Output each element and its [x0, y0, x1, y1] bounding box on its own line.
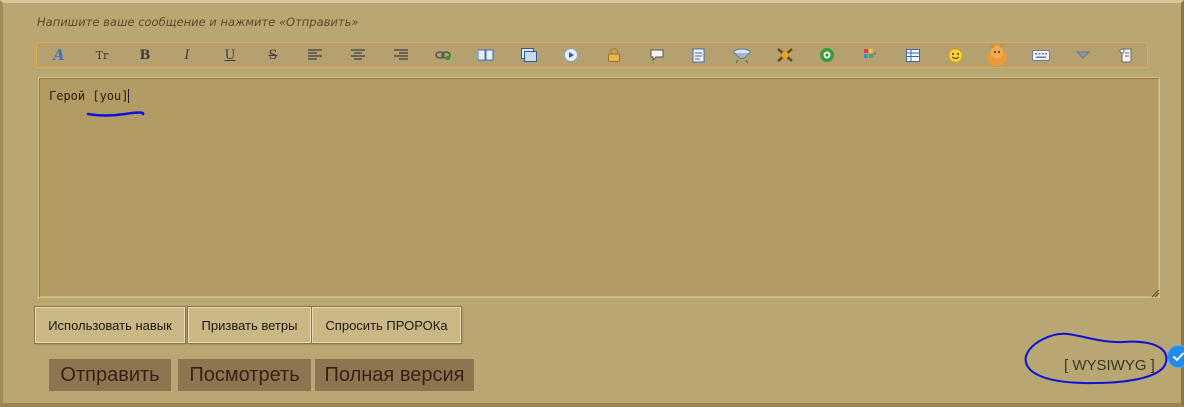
image-icon[interactable] [518, 45, 540, 65]
link-icon[interactable] [432, 45, 454, 65]
cauldron-icon[interactable] [731, 45, 753, 65]
quote-bubble-icon[interactable] [646, 45, 668, 65]
message-form: Напишите ваше сообщение и нажмите «Отпра… [0, 0, 1184, 407]
strikethrough-icon[interactable]: S [262, 45, 284, 65]
annotation-underline [86, 111, 145, 117]
color-palette-icon[interactable] [859, 45, 881, 65]
use-skill-button[interactable]: Использовать навык [35, 307, 185, 343]
align-right-icon[interactable] [390, 45, 412, 65]
dropdown-arrow-icon[interactable] [1072, 45, 1094, 65]
full-version-button[interactable]: Полная версия [315, 359, 474, 391]
italic-icon[interactable]: I [176, 45, 198, 65]
align-center-icon[interactable] [347, 45, 369, 65]
text-caret [128, 89, 130, 103]
gear-icon[interactable] [816, 45, 838, 65]
underline-icon[interactable]: U [219, 45, 241, 65]
smiley-icon[interactable] [944, 45, 966, 65]
editor-toolbar: A Tr B I U S [36, 42, 1148, 68]
bold-icon[interactable]: B [134, 45, 156, 65]
align-left-icon[interactable] [304, 45, 326, 65]
send-button[interactable]: Отправить [49, 359, 171, 391]
table-icon[interactable] [902, 45, 924, 65]
preview-button[interactable]: Посмотреть [178, 359, 311, 391]
cat-icon[interactable] [984, 43, 1010, 67]
form-hint: Напишите ваше сообщение и нажмите «Отпра… [37, 15, 359, 29]
scroll-icon[interactable] [1115, 45, 1137, 65]
wysiwyg-toggle[interactable]: [ WYSIWYG ] [1064, 357, 1155, 374]
lock-icon[interactable] [603, 45, 625, 65]
message-textarea[interactable]: Герой [you] [38, 77, 1184, 367]
summon-winds-button[interactable]: Призвать ветры [188, 307, 311, 343]
media-play-icon[interactable] [560, 45, 582, 65]
resize-grip-icon[interactable] [1150, 288, 1160, 298]
crossed-swords-icon[interactable] [774, 45, 796, 65]
document-icon[interactable] [688, 45, 710, 65]
font-face-icon[interactable]: A [48, 45, 70, 65]
font-size-icon[interactable]: Tr [91, 45, 113, 65]
editor-content[interactable]: Герой [you] [49, 89, 130, 103]
keyboard-icon[interactable] [1030, 45, 1052, 65]
book-icon[interactable] [475, 45, 497, 65]
ask-prophet-button[interactable]: Спросить ПРОРОКа [312, 307, 461, 343]
